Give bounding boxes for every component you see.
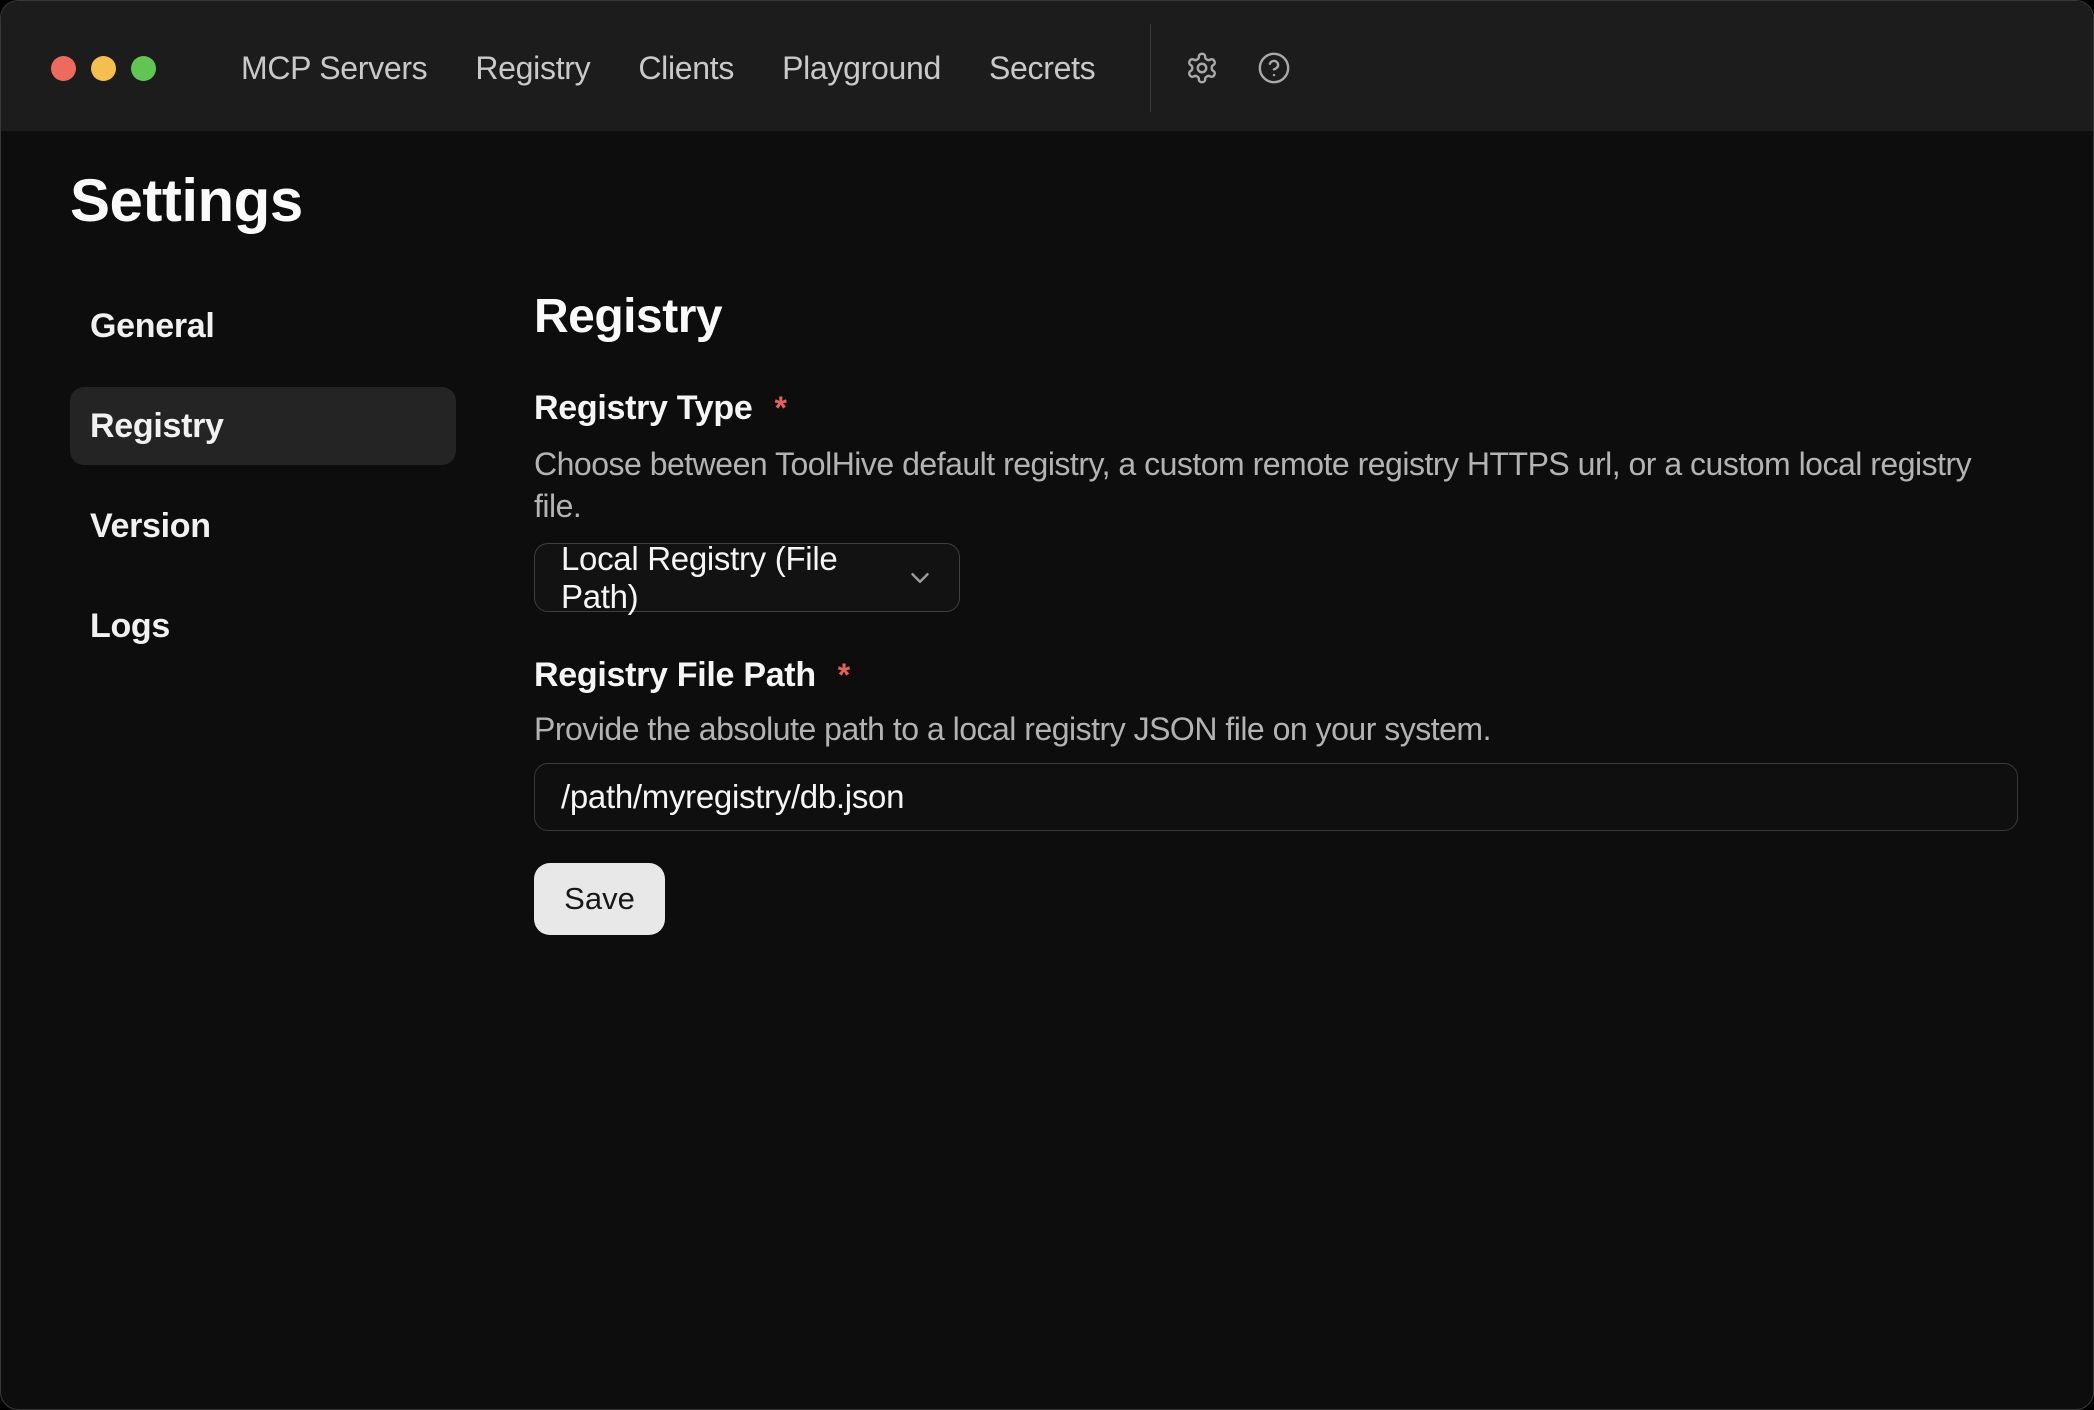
help-icon <box>1257 51 1291 85</box>
app-window: MCP Servers Registry Clients Playground … <box>0 0 2094 1410</box>
settings-button[interactable] <box>1184 50 1220 86</box>
sidebar-item-registry[interactable]: Registry <box>70 387 456 465</box>
registry-file-path-input[interactable] <box>534 763 2018 831</box>
nav-item-mcp-servers[interactable]: MCP Servers <box>241 50 427 87</box>
gear-icon <box>1185 51 1219 85</box>
nav-item-clients[interactable]: Clients <box>638 50 734 87</box>
registry-settings-panel: Registry Registry Type * Choose between … <box>534 287 2020 935</box>
close-button[interactable] <box>51 56 76 81</box>
sidebar-item-label: Version <box>90 507 211 546</box>
required-asterisk: * <box>774 390 786 427</box>
zoom-button[interactable] <box>131 56 156 81</box>
nav-item-registry[interactable]: Registry <box>475 50 590 87</box>
settings-page: Settings General Registry Version Logs R… <box>1 131 2093 935</box>
sidebar-item-label: Registry <box>90 407 224 446</box>
registry-type-description: Choose between ToolHive default registry… <box>534 444 2020 527</box>
registry-type-label: Registry Type <box>534 389 752 428</box>
required-asterisk: * <box>838 657 850 694</box>
registry-type-select[interactable]: Local Registry (File Path) <box>534 543 960 612</box>
chevron-down-icon <box>905 563 935 593</box>
main-nav: MCP Servers Registry Clients Playground … <box>241 50 1095 87</box>
traffic-lights <box>51 56 156 81</box>
sidebar-item-label: General <box>90 307 215 346</box>
registry-file-path-label: Registry File Path <box>534 656 816 695</box>
sidebar-item-label: Logs <box>90 607 170 646</box>
sidebar-item-version[interactable]: Version <box>70 487 456 565</box>
nav-item-secrets[interactable]: Secrets <box>989 50 1095 87</box>
section-heading: Registry <box>534 293 2020 341</box>
nav-item-playground[interactable]: Playground <box>782 50 941 87</box>
help-button[interactable] <box>1256 50 1292 86</box>
sidebar-item-logs[interactable]: Logs <box>70 587 456 665</box>
titlebar-divider <box>1150 24 1151 112</box>
settings-sidebar: General Registry Version Logs <box>70 287 456 687</box>
minimize-button[interactable] <box>91 56 116 81</box>
titlebar: MCP Servers Registry Clients Playground … <box>1 1 2093 131</box>
page-title: Settings <box>70 171 2020 231</box>
sidebar-item-general[interactable]: General <box>70 287 456 365</box>
registry-type-field: Registry Type * Choose between ToolHive … <box>534 389 2020 612</box>
save-button[interactable]: Save <box>534 863 665 935</box>
registry-type-selected-value: Local Registry (File Path) <box>561 540 905 616</box>
registry-file-path-field: Registry File Path * Provide the absolut… <box>534 656 2020 831</box>
registry-file-path-description: Provide the absolute path to a local reg… <box>534 709 2020 751</box>
